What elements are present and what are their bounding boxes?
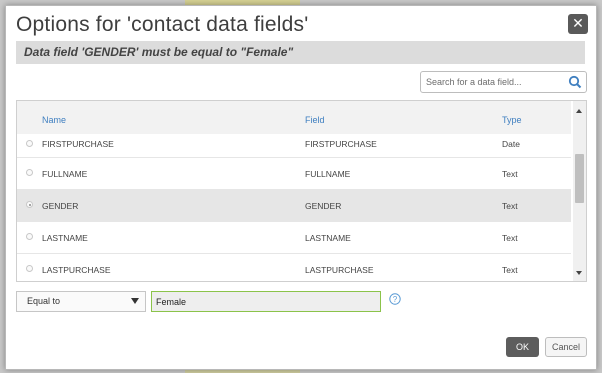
row-type: Text	[502, 265, 518, 275]
row-radio[interactable]	[26, 169, 33, 176]
table-row[interactable]: LASTNAME LASTNAME Text	[17, 222, 571, 254]
column-header-type[interactable]: Type	[502, 115, 522, 125]
operator-dropdown[interactable]: Equal to	[16, 291, 146, 312]
svg-text:?: ?	[393, 295, 398, 304]
close-icon: ✕	[572, 16, 584, 32]
table-row[interactable]: FIRSTPURCHASE FIRSTPURCHASE Date	[17, 134, 571, 158]
chevron-down-icon	[131, 298, 139, 304]
row-field: GENDER	[305, 201, 342, 211]
dialog-title: Options for 'contact data fields'	[16, 13, 309, 36]
scroll-up-arrow-icon[interactable]	[576, 109, 582, 113]
row-field: LASTPURCHASE	[305, 265, 374, 275]
close-button[interactable]: ✕	[568, 14, 588, 34]
row-field: FIRSTPURCHASE	[305, 139, 377, 149]
row-name: FIRSTPURCHASE	[42, 139, 114, 149]
table-row[interactable]: LASTPURCHASE LASTPURCHASE Text	[17, 254, 571, 281]
search-field[interactable]	[420, 71, 587, 93]
column-header-field[interactable]: Field	[305, 115, 325, 125]
search-icon[interactable]	[568, 75, 582, 89]
row-radio-selected[interactable]	[26, 201, 33, 208]
table-header: Name Field Type	[17, 101, 571, 135]
row-field: FULLNAME	[305, 169, 351, 179]
row-name: GENDER	[42, 201, 79, 211]
row-name: LASTNAME	[42, 233, 88, 243]
options-dialog: Options for 'contact data fields' ✕ Data…	[5, 5, 597, 370]
row-radio[interactable]	[26, 233, 33, 240]
column-header-name[interactable]: Name	[42, 115, 66, 125]
value-input[interactable]	[156, 294, 376, 309]
table-row[interactable]: FULLNAME FULLNAME Text	[17, 158, 571, 190]
row-name: FULLNAME	[42, 169, 88, 179]
row-radio[interactable]	[26, 265, 33, 272]
condition-summary: Data field 'GENDER' must be equal to "Fe…	[16, 41, 585, 64]
row-name: LASTPURCHASE	[42, 265, 111, 275]
operator-selected-value: Equal to	[27, 296, 61, 306]
help-icon[interactable]: ?	[389, 293, 401, 305]
row-field: LASTNAME	[305, 233, 351, 243]
search-input[interactable]	[426, 74, 566, 90]
row-type: Text	[502, 169, 518, 179]
scroll-thumb[interactable]	[575, 154, 584, 203]
value-field[interactable]	[151, 291, 381, 312]
cancel-button[interactable]: Cancel	[545, 337, 587, 357]
ok-button[interactable]: OK	[506, 337, 539, 357]
data-field-table: Name Field Type FIRSTPURCHASE FIRSTPURCH…	[16, 100, 587, 282]
row-type: Text	[502, 233, 518, 243]
scroll-down-arrow-icon[interactable]	[576, 271, 582, 275]
table-row-selected[interactable]: GENDER GENDER Text	[17, 190, 571, 222]
table-scrollbar[interactable]	[573, 101, 586, 281]
row-type: Text	[502, 201, 518, 211]
row-radio[interactable]	[26, 140, 33, 147]
row-type: Date	[502, 139, 520, 149]
